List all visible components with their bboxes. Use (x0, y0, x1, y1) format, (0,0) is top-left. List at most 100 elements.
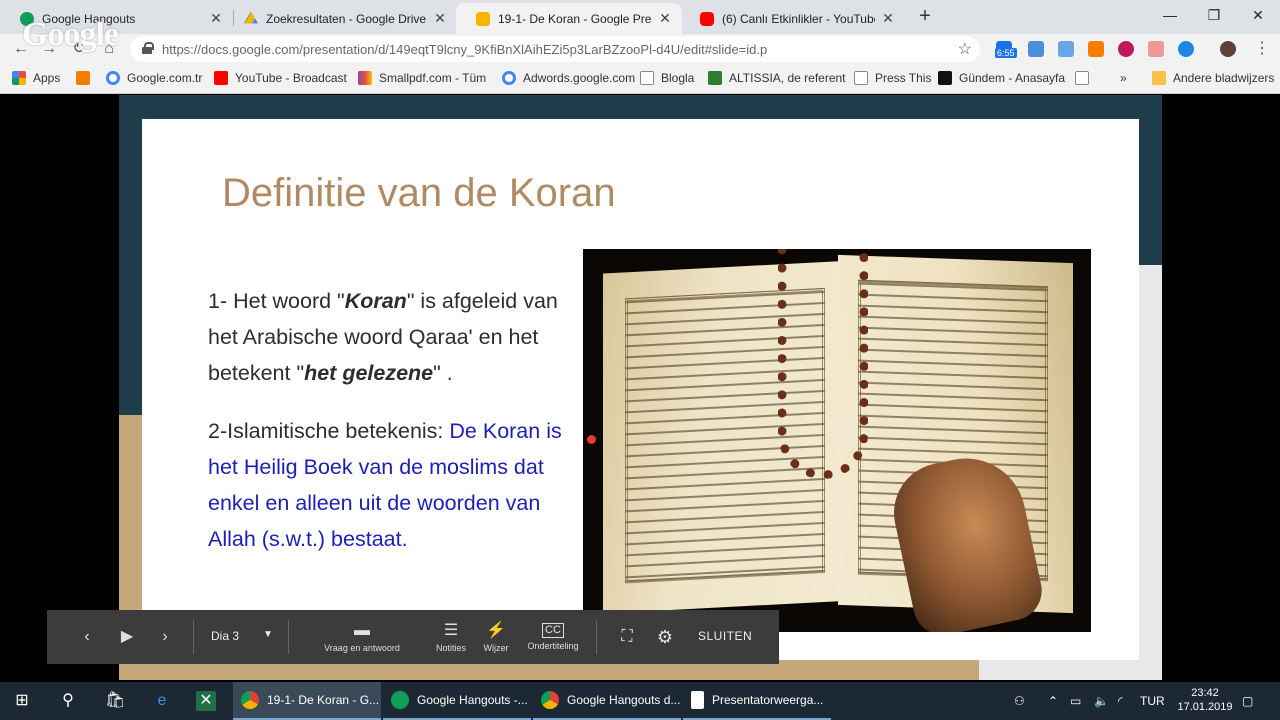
edge-icon[interactable]: e (152, 691, 172, 711)
chrome-icon (241, 691, 259, 709)
bookmarks-overflow[interactable]: » (1120, 71, 1127, 85)
bookmark-apps[interactable]: Apps (12, 71, 60, 85)
maximize-button[interactable]: ❐ (1192, 0, 1236, 30)
chevron-down-icon[interactable]: ▼ (263, 629, 273, 640)
close-tab-icon[interactable]: ✕ (881, 10, 895, 27)
analytics-icon[interactable] (1088, 41, 1104, 57)
play-button[interactable]: ▶ (115, 610, 139, 664)
new-tab-button[interactable]: + (914, 5, 936, 27)
text-run: " . (433, 361, 453, 385)
search-icon[interactable]: ⚲ (58, 691, 78, 711)
play-icon: ▶ (120, 628, 134, 645)
qa-button[interactable]: ▬ Vraag en antwoord (305, 610, 419, 664)
previous-slide-button[interactable]: ‹ (75, 610, 99, 664)
close-tab-icon[interactable]: ✕ (209, 10, 223, 27)
slide-canvas[interactable]: Definitie van de Koran 1- Het woord "Kor… (142, 119, 1139, 660)
language-indicator[interactable]: TUR (1140, 694, 1165, 708)
prayer-beads (778, 249, 868, 479)
gear-icon: ⚙ (656, 627, 674, 647)
bookmark-label: Apps (33, 71, 61, 85)
bookmark-press-this[interactable]: Press This (854, 71, 931, 85)
pointer-button[interactable]: ⚡ Wijzer (479, 610, 513, 664)
emphasis-het-gelezene: het gelezene (304, 361, 434, 385)
excel-icon[interactable]: ✕ (196, 691, 216, 711)
slide-title: Definitie van de Koran (222, 171, 616, 215)
taskbar-app-hangouts[interactable]: Google Hangouts -... (383, 682, 531, 720)
g-icon (938, 71, 952, 85)
bookmark-label: Blogla (661, 71, 695, 85)
captions-icon: CC (542, 623, 564, 638)
divider (596, 620, 597, 654)
chevron-right-icon: › (162, 628, 168, 645)
extension-icon[interactable] (1058, 41, 1074, 57)
notes-icon: ☰ (443, 621, 459, 639)
tab-title: Zoekresultaten - Google Drive (266, 11, 427, 26)
bookmark-label: Google.com.tr (127, 71, 203, 85)
address-bar[interactable]: https://docs.google.com/presentation/d/1… (130, 36, 980, 62)
people-icon[interactable]: ⚇ (1014, 694, 1025, 708)
bookmark-other[interactable]: Andere bladwijzers (1152, 71, 1274, 85)
button-label: Ondertiteling (527, 641, 579, 651)
chat-icon: ▬ (354, 621, 370, 639)
minimize-button[interactable]: — (1148, 0, 1192, 30)
captions-button[interactable]: CC Ondertiteling (523, 610, 583, 664)
close-tab-icon[interactable]: ✕ (658, 10, 672, 27)
google-icon (106, 71, 120, 85)
document-icon (691, 691, 704, 709)
bookmark-gundem[interactable]: Gündem - Anasayfa (938, 71, 1065, 85)
store-icon[interactable]: 🛍 (105, 691, 125, 711)
quran-photo (583, 249, 1091, 632)
close-presentation-button[interactable]: SLUITEN (698, 629, 752, 643)
tab-google-slides[interactable]: 19-1- De Koran - Google Present ✕ (456, 3, 682, 34)
page-icon (640, 71, 654, 85)
altissia-icon (708, 71, 722, 85)
extension-icon[interactable] (1118, 41, 1134, 57)
taskbar-app-label: Presentatorweerga... (712, 693, 824, 707)
tab-youtube[interactable]: (6) Canlı Etkinlikler - YouTube ✕ (680, 3, 905, 34)
bookmark-smallpdf[interactable]: Smallpdf.com - Tüm (358, 71, 486, 85)
bookmark-page[interactable] (1075, 71, 1096, 85)
tab-strip: Google Hangouts ✕ Zoekresultaten - Googl… (0, 0, 1280, 34)
close-tab-icon[interactable]: ✕ (433, 10, 447, 27)
avatar[interactable] (1220, 41, 1236, 57)
url-text[interactable]: https://docs.google.com/presentation/d/1… (162, 42, 767, 57)
bookmark-adwords[interactable]: Adwords.google.com (502, 71, 635, 85)
bookmark-blogla[interactable]: Blogla (640, 71, 694, 85)
chevron-up-icon[interactable]: ⌃ (1048, 694, 1058, 708)
taskbar-app-chrome-hangouts[interactable]: Google Hangouts d... (533, 682, 681, 720)
close-window-button[interactable]: ✕ (1236, 0, 1280, 30)
notes-button[interactable]: ☰ Notities (431, 610, 471, 664)
volume-icon[interactable]: 🔈 (1094, 694, 1109, 708)
taskbar-app-chrome-slides[interactable]: 19-1- De Koran - G... (233, 682, 381, 720)
wifi-icon[interactable]: ◜ (1118, 694, 1123, 708)
clock-time: 23:42 (1191, 687, 1219, 699)
bookmark-google[interactable]: Google.com.tr (106, 71, 202, 85)
chevron-left-icon: ‹ (84, 628, 90, 645)
tab-google-drive[interactable]: Zoekresultaten - Google Drive ✕ (224, 3, 457, 34)
next-slide-button[interactable]: › (153, 610, 177, 664)
definition-paragraph: 1- Het woord "Koran" is afgeleid van het… (208, 283, 578, 391)
button-label: Wijzer (483, 642, 509, 653)
taskbar-app-presenter[interactable]: Presentatorweerga... (683, 682, 831, 720)
extension-icon[interactable] (1178, 41, 1194, 57)
clock[interactable]: 23:42 17.01.2019 (1175, 686, 1235, 714)
button-label: Notities (435, 642, 466, 653)
more-menu-icon[interactable]: ⋮ (1254, 38, 1270, 58)
translate-icon[interactable] (1028, 41, 1044, 57)
bookmark-label: Adwords.google.com (523, 71, 636, 85)
settings-button[interactable]: ⚙ (653, 610, 677, 664)
notifications-icon[interactable]: ▢ (1242, 694, 1253, 708)
windows-start-icon[interactable]: ⊞ (12, 691, 32, 711)
battery-icon[interactable]: ▭ (1070, 694, 1081, 708)
drive-icon (244, 11, 258, 24)
youtube-icon (700, 11, 714, 26)
bookmark-youtube[interactable]: YouTube - Broadcast (214, 71, 347, 85)
slide-selector[interactable]: Dia 3 (211, 629, 239, 643)
fullscreen-button[interactable]: ⛶ (615, 610, 639, 664)
bookmark-altissia[interactable]: ALTISSIA, de referent (708, 71, 846, 85)
browser-toolbar: ← → ↻ ⌂ https://docs.google.com/presenta… (0, 34, 1280, 64)
bookmark-blogger[interactable] (76, 71, 97, 85)
bookmark-star-icon[interactable]: ☆ (958, 39, 972, 59)
extension-icon[interactable] (1148, 41, 1164, 57)
page-icon (1075, 71, 1089, 85)
